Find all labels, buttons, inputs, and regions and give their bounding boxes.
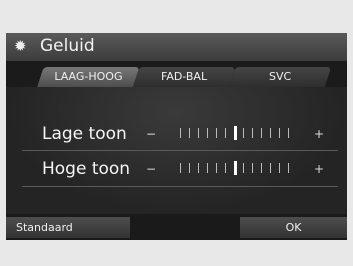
slider-tick (225, 163, 226, 173)
slider-tick (252, 128, 253, 138)
tab-bar: LAAG-HOOG FAD-BAL SVC (6, 61, 347, 89)
setting-row-lage-toon[interactable]: Lage toon − + (6, 121, 347, 147)
slider-tick (207, 163, 208, 173)
content-area: Lage toon − + Hoge toon − + (6, 87, 347, 214)
slider-tick (180, 163, 181, 173)
tab-laag-hoog[interactable]: LAAG-HOOG (36, 67, 140, 89)
page-title: Geluid (40, 36, 95, 56)
decrease-button[interactable]: − (146, 121, 156, 147)
slider-tick (261, 128, 262, 138)
setting-row-hoge-toon[interactable]: Hoge toon − + (6, 156, 347, 182)
divider (22, 186, 338, 187)
slider-thumb (234, 126, 237, 140)
level-slider[interactable] (180, 161, 292, 175)
setting-label: Hoge toon (42, 159, 131, 179)
tab-svc[interactable]: SVC (228, 67, 332, 87)
gear-icon: ✹ (14, 37, 27, 55)
tab-label: LAAG-HOOG (54, 70, 123, 83)
level-slider[interactable] (180, 126, 292, 140)
audio-settings-screen: ✹ Geluid LAAG-HOOG FAD-BAL SVC Lage toon… (6, 33, 347, 240)
slider-tick (261, 163, 262, 173)
slider-tick (198, 128, 199, 138)
slider-tick (270, 163, 271, 173)
ok-button[interactable]: OK (240, 217, 347, 238)
slider-tick (243, 163, 244, 173)
slider-tick (288, 163, 289, 173)
divider (22, 150, 338, 151)
default-button[interactable]: Standaard (6, 217, 130, 238)
slider-tick (216, 128, 217, 138)
slider-tick (216, 163, 217, 173)
slider-tick (270, 128, 271, 138)
tab-label: SVC (268, 70, 292, 83)
setting-label: Lage toon (42, 124, 127, 144)
slider-thumb (234, 161, 237, 175)
slider-tick (180, 128, 181, 138)
slider-tick (189, 163, 190, 173)
slider-tick (252, 163, 253, 173)
increase-button[interactable]: + (314, 121, 324, 147)
bottom-bar: Standaard OK (6, 214, 347, 240)
tab-label: FAD-BAL (160, 70, 208, 83)
slider-tick (198, 163, 199, 173)
slider-tick (279, 128, 280, 138)
slider-tick (279, 163, 280, 173)
decrease-button[interactable]: − (146, 156, 156, 182)
slider-tick (243, 128, 244, 138)
slider-tick (288, 128, 289, 138)
increase-button[interactable]: + (314, 156, 324, 182)
slider-tick (207, 128, 208, 138)
title-bar: ✹ Geluid (6, 33, 347, 61)
slider-tick (189, 128, 190, 138)
tab-fad-bal[interactable]: FAD-BAL (132, 67, 236, 87)
slider-tick (225, 128, 226, 138)
